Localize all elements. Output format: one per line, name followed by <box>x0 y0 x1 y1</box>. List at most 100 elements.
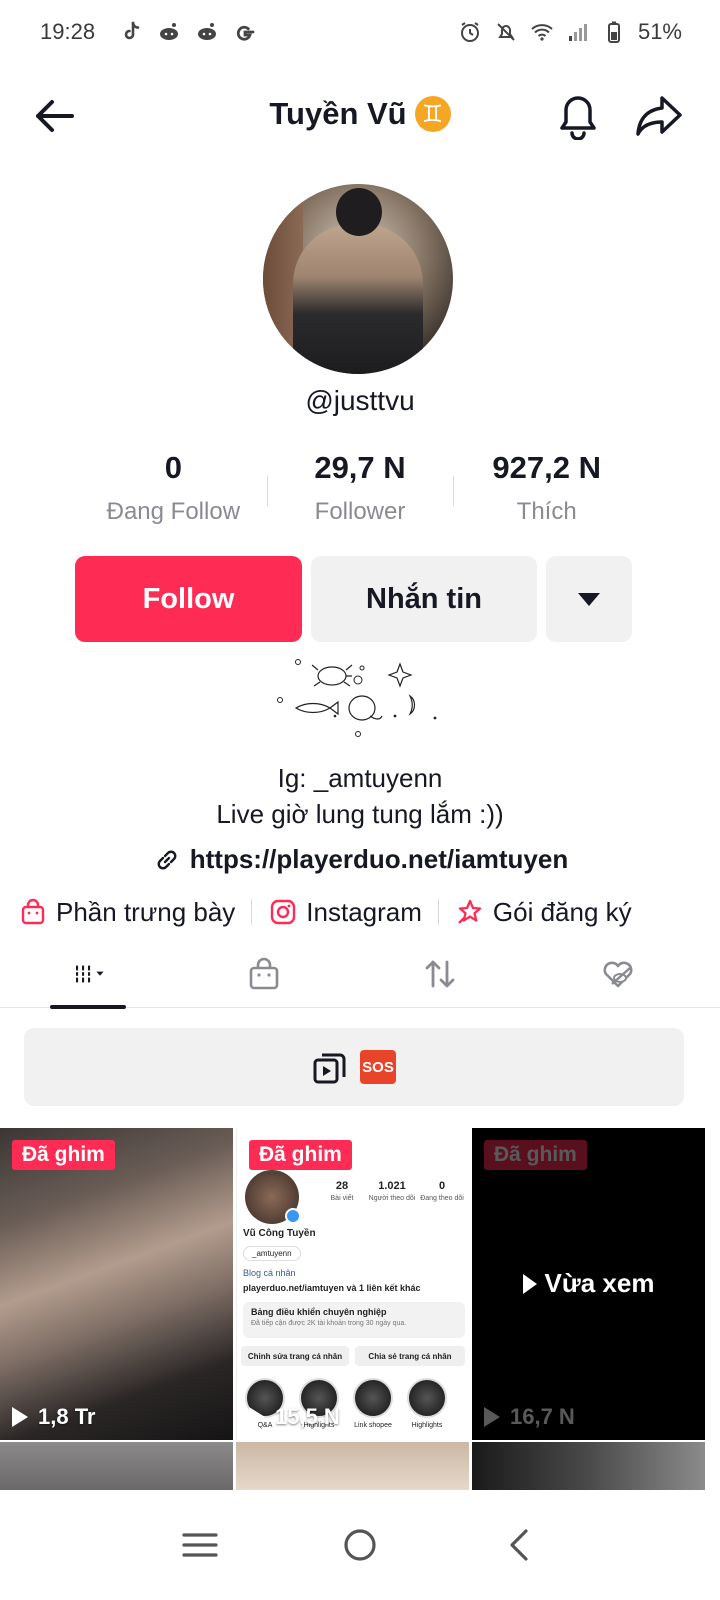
showcase-link[interactable]: Phần trưng bày <box>18 897 235 928</box>
ig-stat: 1.021 Người theo dõi <box>367 1180 417 1203</box>
ig-dashboard-sub: Đã tiếp cận được 2K tài khoản trong 30 n… <box>251 1320 407 1327</box>
ig-category: Blog cá nhân <box>243 1268 296 1278</box>
ig-stat-label: Đang theo dõi <box>420 1195 464 1202</box>
ig-dashboard: Bảng điều khiển chuyên nghiệp Đã tiếp cậ… <box>243 1302 465 1338</box>
ig-name: Vũ Công Tuyền <box>243 1228 316 1239</box>
stat-likes[interactable]: 927,2 N Thích <box>453 450 640 540</box>
home-button[interactable] <box>330 1515 390 1575</box>
share-button[interactable] <box>634 92 684 138</box>
bio-line: Ig: _amtuyenn <box>277 763 443 793</box>
ig-stat-value: 0 <box>438 1180 446 1192</box>
ig-highlight <box>407 1378 447 1418</box>
ig-link: playerduo.net/iamtuyen và 1 liên kết khá… <box>243 1283 421 1293</box>
video-thumbnail[interactable] <box>0 1442 233 1490</box>
bell-icon <box>560 96 596 141</box>
message-button[interactable]: Nhắn tin <box>311 556 537 642</box>
ig-highlight-label: Link shopee <box>354 1422 392 1429</box>
ig-dashboard-title: Bảng điều khiển chuyên nghiệp <box>251 1307 387 1317</box>
instagram-icon <box>271 899 296 925</box>
play-icon <box>522 1273 537 1294</box>
quick-link-label: Instagram <box>306 896 422 927</box>
view-count: 15,5 N <box>249 1404 340 1430</box>
grid-icon <box>73 965 104 983</box>
avatar-head <box>336 188 382 236</box>
username: @justtvu <box>305 385 415 416</box>
tab-videos[interactable] <box>28 940 148 1009</box>
subscription-link[interactable]: Gói đăng ký <box>455 897 632 928</box>
recents-icon <box>182 1533 218 1557</box>
ig-stat: 0 Đang theo dõi <box>417 1180 467 1203</box>
wifi-icon <box>530 20 554 44</box>
stat-value: 927,2 N <box>492 450 601 485</box>
notifications-button[interactable] <box>556 90 600 141</box>
link-icon <box>157 850 177 869</box>
play-icon <box>249 1407 265 1427</box>
home-circle-icon <box>344 1529 376 1561</box>
status-time: 19:28 <box>40 19 96 44</box>
ig-share-button: Chia sẻ trang cá nhân <box>355 1346 465 1366</box>
ig-stat-value: 1.021 <box>378 1180 406 1192</box>
view-count: 16,7 N <box>484 1404 575 1430</box>
star-subscription-icon <box>458 899 482 924</box>
follow-button[interactable]: Follow <box>75 556 302 642</box>
signal-icon <box>566 20 590 44</box>
ig-highlight <box>353 1378 393 1418</box>
recently-watched-overlay: Vừa xem <box>472 1268 705 1299</box>
stat-label: Follower <box>314 498 406 525</box>
video-thumbnail[interactable]: Đã ghim Vừa xem 16,7 N <box>472 1128 705 1440</box>
pinned-badge: Đã ghim <box>484 1140 587 1170</box>
alarm-icon <box>458 20 482 44</box>
mute-icon <box>494 20 518 44</box>
stat-value: 29,7 N <box>314 450 406 485</box>
stat-following[interactable]: 0 Đang Follow <box>80 450 267 540</box>
ig-highlight-label: Highlights <box>411 1422 443 1429</box>
page-title: Tuyền Vũ ♊ <box>0 96 720 132</box>
reddit-notification-icon <box>195 20 219 44</box>
google-notification-icon <box>233 20 257 44</box>
hidden-heart-icon <box>603 961 633 988</box>
stat-label: Thích <box>516 498 577 525</box>
profile-name: Tuyền Vũ <box>269 96 407 131</box>
stat-followers[interactable]: 29,7 N Follower <box>266 450 454 540</box>
view-count-text: 15,5 N <box>275 1404 340 1429</box>
play-icon <box>484 1407 500 1427</box>
battery-icon <box>602 20 626 44</box>
profile-header: Tuyền Vũ ♊ <box>0 80 720 152</box>
instagram-link[interactable]: Instagram <box>268 897 422 928</box>
quick-link-label: Phần trưng bày <box>56 896 236 927</box>
video-thumbnail[interactable]: 28 Bài viết 1.021 Người theo dõi 0 Đang the… <box>236 1128 469 1440</box>
tab-liked[interactable] <box>558 940 678 1008</box>
stat-label: Đang Follow <box>106 498 241 525</box>
recents-button[interactable] <box>170 1515 230 1575</box>
system-back-button[interactable] <box>490 1515 550 1575</box>
video-thumbnail[interactable] <box>472 1442 705 1490</box>
bio-text: Ig: _amtuyenn Live giờ lung tung lắm :)) <box>0 760 720 832</box>
pinned-badge: Đã ghim <box>12 1140 115 1170</box>
reddit-notification-icon <box>157 20 181 44</box>
more-suggestions-button[interactable] <box>546 556 632 642</box>
play-icon <box>12 1407 28 1427</box>
instagram-profile-screenshot: 28 Bài viết 1.021 Người theo dõi 0 Đang the… <box>237 1128 469 1440</box>
quick-link-label: Gói đăng ký <box>492 896 632 927</box>
recently-watched-label: Vừa xem <box>544 1268 655 1298</box>
gemini-icon: ♊ <box>414 96 451 132</box>
video-thumbnail[interactable]: Đã ghim 1,8 Tr <box>0 1128 233 1440</box>
avatar-figure <box>293 224 423 374</box>
ig-stat-label: Bài viết <box>330 1195 354 1202</box>
view-count-text: 1,8 Tr <box>38 1404 96 1429</box>
bio-line: Live giờ lung tung lắm :)) <box>216 799 504 829</box>
bio-link[interactable]: https://playerduo.net/iamtuyen <box>0 844 720 875</box>
status-bar: 19:28 51% <box>0 0 720 64</box>
tab-reposts[interactable] <box>380 940 500 1008</box>
share-arrow-icon <box>636 96 682 136</box>
ig-threads-handle: _amtuyenn <box>243 1246 301 1261</box>
divider <box>437 899 439 925</box>
system-navigation-bar <box>0 1490 720 1600</box>
divider <box>251 899 253 925</box>
add-story-icon <box>285 1208 301 1224</box>
tab-shop[interactable] <box>204 940 324 1008</box>
playlist-bar[interactable]: SOS <box>24 1028 684 1106</box>
video-thumbnail[interactable] <box>236 1442 469 1490</box>
view-count-text: 16,7 N <box>510 1404 575 1429</box>
avatar[interactable] <box>263 184 453 374</box>
